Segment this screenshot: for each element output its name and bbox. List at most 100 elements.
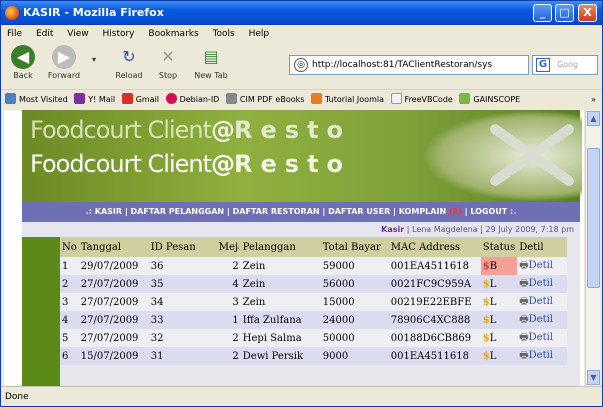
col-total-bayar: Total Bayar <box>320 237 389 257</box>
bookmarks-overflow-icon[interactable]: » <box>591 90 596 109</box>
scroll-thumb[interactable] <box>587 148 600 288</box>
bookmark-joomla[interactable]: Tutorial Joomla <box>310 93 384 104</box>
google-icon: G <box>536 58 550 72</box>
row-total-bayar: 56000 <box>320 275 389 293</box>
bookmark-most-visited[interactable]: Most Visited <box>5 93 68 104</box>
detil-link[interactable]: Detil <box>529 296 553 307</box>
row-tanggal: 27/07/2009 <box>78 293 149 311</box>
bookmark-gmail[interactable]: Gmail <box>121 93 159 104</box>
menu-history[interactable]: History <box>102 29 134 39</box>
nav-links[interactable]: .: KASIR | DAFTAR PELANGGAN | DAFTAR RES… <box>86 207 449 216</box>
search-box[interactable]: G Goog <box>532 55 598 75</box>
row-meja: 3 <box>216 293 241 311</box>
row-no: 2 <box>60 275 79 293</box>
menu-edit[interactable]: Edit <box>36 29 53 39</box>
menu-bookmarks[interactable]: Bookmarks <box>148 29 198 39</box>
pdf-icon <box>225 93 237 104</box>
bookmarks-toolbar: Most Visited Y! Mail Gmail Debian-ID CIM… <box>1 89 602 109</box>
menu-file[interactable]: File <box>7 29 22 39</box>
row-status: $L <box>480 293 518 311</box>
row-total-bayar: 9000 <box>320 347 389 365</box>
row-status: $L <box>480 347 518 365</box>
status-value: L <box>489 332 497 344</box>
col-status: Status <box>480 237 518 257</box>
status-bar: Done <box>1 386 602 406</box>
page-viewport: Foodcourt Client@Resto Foodcourt Client@… <box>4 110 584 386</box>
row-detil[interactable]: 🖶Detil <box>517 275 568 293</box>
history-dropdown[interactable]: ▾ <box>89 55 99 64</box>
row-detil[interactable]: 🖶Detil <box>517 311 568 329</box>
bookmark-ymail[interactable]: Y! Mail <box>74 93 115 104</box>
row-id-pesan: 36 <box>148 257 217 275</box>
menu-view[interactable]: View <box>67 29 88 39</box>
col-no: No <box>60 237 79 257</box>
detil-link[interactable]: Detil <box>529 332 553 343</box>
close-button[interactable]: X <box>578 4 597 22</box>
row-no: 3 <box>60 293 79 311</box>
dollar-icon: $ <box>482 296 490 308</box>
bookmark-gainscope[interactable]: GAINSCOPE <box>459 93 520 104</box>
bookmark-cim-pdf[interactable]: CIM PDF eBooks <box>225 93 304 104</box>
col-detil: Detil <box>517 237 568 257</box>
row-detil[interactable]: 🖶Detil <box>517 293 568 311</box>
printer-icon: 🖶 <box>519 331 529 343</box>
new-tab-label: New Tab <box>194 71 228 80</box>
user-role: Kasir <box>381 225 405 234</box>
status-value: L <box>489 278 497 290</box>
row-id-pesan: 33 <box>148 311 217 329</box>
back-button[interactable]: ◀ Back <box>5 45 41 80</box>
col-id-pesan: ID Pesan <box>148 237 217 257</box>
dollar-icon: $ <box>482 350 490 362</box>
row-detil[interactable]: 🖶Detil <box>517 347 568 365</box>
row-mac-address: 001EA4511618 <box>388 257 481 275</box>
maximize-button[interactable]: □ <box>555 4 574 22</box>
row-id-pesan: 32 <box>148 329 217 347</box>
col-tanggal: Tanggal <box>78 237 149 257</box>
detil-link[interactable]: Detil <box>529 314 553 325</box>
bookmark-freevbcode[interactable]: FreeVBCode <box>390 93 453 104</box>
row-no: 4 <box>60 311 79 329</box>
row-detil[interactable]: 🖶Detil <box>517 329 568 347</box>
row-meja: 2 <box>216 257 241 275</box>
gainscope-icon <box>459 93 471 104</box>
firefox-icon <box>5 6 19 20</box>
site-identity-icon: ◎ <box>294 58 308 72</box>
row-pelanggan: Dewi Persik <box>240 347 321 365</box>
row-detil[interactable]: 🖶Detil <box>517 257 568 275</box>
reload-button[interactable]: ↻ Reload <box>109 45 149 80</box>
row-total-bayar: 15000 <box>320 293 389 311</box>
site-navigation[interactable]: .: KASIR | DAFTAR PELANGGAN | DAFTAR RES… <box>22 202 580 222</box>
new-tab-button[interactable]: ▤ New Tab <box>187 45 235 80</box>
menu-help[interactable]: Help <box>249 29 270 39</box>
yahoo-icon <box>74 93 86 104</box>
detil-link[interactable]: Detil <box>529 260 553 271</box>
bookmark-debian[interactable]: Debian-ID <box>165 93 219 104</box>
stop-button[interactable]: ✕ Stop <box>151 45 185 80</box>
row-status: $L <box>480 275 518 293</box>
page-body: Foodcourt Client@Resto Foodcourt Client@… <box>22 110 582 386</box>
forward-arrow-icon: ▶ <box>52 45 76 69</box>
minimize-button[interactable]: _ <box>533 4 552 22</box>
status-value: L <box>489 296 497 308</box>
row-id-pesan: 34 <box>148 293 217 311</box>
dollar-icon: $ <box>482 314 490 326</box>
row-mac-address: 78906C4XC888 <box>388 311 481 329</box>
row-tanggal: 27/07/2009 <box>78 275 149 293</box>
navigation-toolbar: ◀ Back ▶ Forward ▾ ↻ Reload ✕ Stop ▤ New… <box>1 43 602 89</box>
forward-button[interactable]: ▶ Forward <box>43 45 85 80</box>
detil-link[interactable]: Detil <box>529 278 553 289</box>
menu-tools[interactable]: Tools <box>213 29 235 39</box>
url-bar[interactable]: ◎ http://localhost:81/TAClientRestoran/s… <box>289 55 529 75</box>
reload-label: Reload <box>115 71 143 80</box>
detil-link[interactable]: Detil <box>529 350 553 361</box>
logout-link[interactable]: | LOGOUT :. <box>462 207 517 216</box>
search-placeholder: Goog <box>557 60 579 69</box>
scroll-up-icon[interactable]: ▲ <box>587 111 600 126</box>
back-label: Back <box>13 71 33 80</box>
status-value: L <box>489 314 497 326</box>
printer-icon: 🖶 <box>519 277 529 289</box>
vertical-scrollbar[interactable]: ▲ ▼ <box>585 110 600 386</box>
scroll-down-icon[interactable]: ▼ <box>587 370 600 385</box>
bookmark-icon <box>5 93 16 104</box>
stop-icon: ✕ <box>161 47 175 66</box>
